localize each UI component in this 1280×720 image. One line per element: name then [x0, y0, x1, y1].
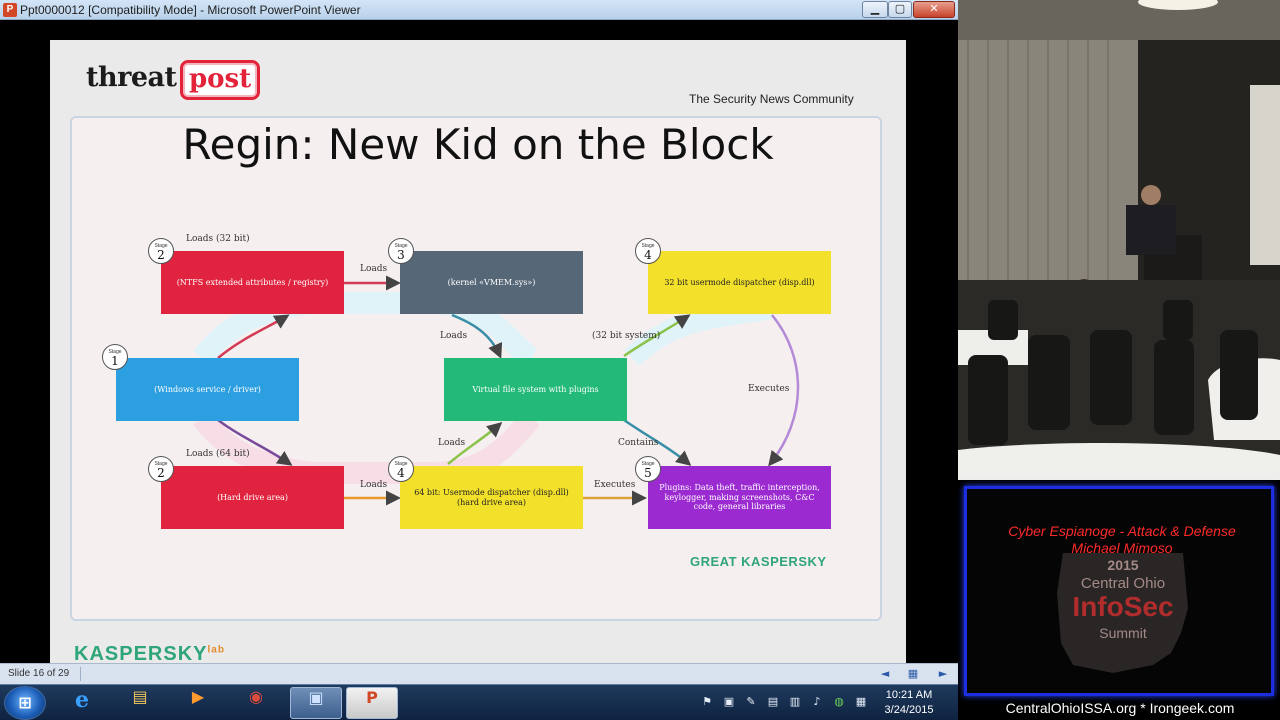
clock-time: 10:21 AM — [885, 689, 933, 701]
network-icon[interactable]: ▥ — [788, 695, 802, 709]
talk-title: Cyber Espianoge - Attack & Defense — [1008, 523, 1236, 539]
edge-label-executes: Executes — [748, 384, 790, 394]
windows-taskbar: ⊞ e ▤ ▶ ◉ ▣ P ⚑ ▣ ✎ ▤ ▥ ♪ ◍ ▦ 10:21 AM 3… — [0, 684, 958, 720]
edge-label-loads: Loads — [440, 331, 468, 341]
file-explorer-taskbar-icon[interactable]: ▤ — [114, 687, 166, 719]
event-overlay-frame: Cyber Espianoge - Attack & Defense Micha… — [964, 486, 1274, 696]
slideshow-view-icon[interactable]: ▦ — [905, 667, 921, 681]
stage-badge-2-top: Stage 2 — [148, 238, 174, 264]
conference-camera-feed — [958, 0, 1280, 480]
great-kaspersky-brand: GREAT KASPERSKY — [690, 554, 827, 569]
display-icon[interactable]: ▣ — [722, 695, 736, 709]
clock-date: 3/24/2015 — [884, 704, 934, 716]
window-title: Ppt0000012 [Compatibility Mode] - Micros… — [20, 3, 361, 17]
edge-label-32bit-system: (32 bit system) — [592, 331, 661, 341]
stage-badge-number: 5 — [644, 466, 652, 480]
node-virtual-file-system: Virtual file system with plugins — [444, 358, 627, 421]
edge-label-contains: Contains — [618, 438, 659, 448]
logo-word-post-box: post — [180, 60, 261, 100]
remote-desktop-taskbar-icon[interactable]: ▣ — [290, 687, 342, 719]
node-usermode-dispatcher-64: 64 bit: Usermode dispatcher (disp.dll) (… — [400, 466, 583, 529]
stage-badge-number: 2 — [157, 466, 165, 480]
presenter-head — [1141, 185, 1161, 205]
taskbar-clock[interactable]: 10:21 AM 3/24/2015 — [874, 688, 944, 718]
event-url: CentralOhioISSA.org * Irongeek.com — [1005, 700, 1235, 716]
node-ntfs-registry: (NTFS extended attributes / registry) — [161, 251, 344, 314]
windows-logo-icon: ⊞ — [18, 693, 32, 712]
background-band-lower — [193, 410, 540, 484]
kaspersky-wordmark: KASPERSKY — [74, 643, 208, 665]
event-overlay: Cyber Espianoge - Attack & Defense Micha… — [960, 482, 1280, 720]
event-summit: Summit — [1099, 625, 1147, 641]
title-bar[interactable]: P Ppt0000012 [Compatibility Mode] - Micr… — [0, 0, 958, 20]
powerpoint-app-icon[interactable]: P — [3, 3, 17, 17]
slide[interactable]: threat post The Security News Community … — [50, 40, 906, 683]
event-year: 2015 — [1107, 557, 1139, 573]
stage-badge-number: 4 — [397, 466, 405, 480]
screen: P Ppt0000012 [Compatibility Mode] - Micr… — [0, 0, 1280, 720]
event-name: InfoSec — [1072, 591, 1174, 622]
regin-architecture-diagram: (Windows service / driver) (NTFS extende… — [72, 118, 884, 623]
volume-icon[interactable]: ♪ — [810, 695, 824, 709]
system-tray: ⚑ ▣ ✎ ▤ ▥ ♪ ◍ ▦ 10:21 AM 3/24/2015 — [692, 685, 958, 720]
node-plugins: Plugins: Data theft, traffic interceptio… — [648, 466, 831, 529]
edge-label-loads: Loads — [360, 264, 388, 274]
slide-stage: threat post The Security News Community … — [0, 20, 958, 683]
node-usermode-dispatcher-32: 32 bit usermode dispatcher (disp.dll) — [648, 251, 831, 314]
stage-badge-4-bottom: Stage 4 — [388, 456, 414, 482]
edge-label-executes: Executes — [594, 480, 636, 490]
logo-word-threat: threat — [86, 62, 177, 93]
infosec-summit-logo: 2015 Central Ohio InfoSec Summit — [1053, 553, 1193, 673]
foreground-table — [958, 443, 1280, 480]
stage-badge-5: Stage 5 — [635, 456, 661, 482]
security-status-icon[interactable]: ◍ — [832, 695, 846, 709]
slide-counter: Slide 16 of 29 — [8, 668, 70, 679]
powerpoint-viewer-window: P Ppt0000012 [Compatibility Mode] - Micr… — [0, 0, 958, 720]
minimize-button[interactable]: ▁ — [862, 1, 888, 18]
maximize-button[interactable]: ▢ — [888, 1, 912, 18]
presenter-body — [1126, 205, 1176, 255]
node-kernel-vmem: (kernel «VMEM.sys») — [400, 251, 583, 314]
conference-room-scene — [958, 0, 1280, 480]
media-player-taskbar-icon[interactable]: ▶ — [172, 687, 224, 719]
device-icon[interactable]: ▤ — [766, 695, 780, 709]
internet-explorer-taskbar-icon[interactable]: e — [56, 687, 108, 719]
next-slide-icon[interactable]: ► — [935, 667, 951, 681]
event-region: Central Ohio — [1080, 575, 1166, 592]
stage-badge-4-top: Stage 4 — [635, 238, 661, 264]
slide-content-frame: Regin: New Kid on the Block (Windows ser… — [70, 116, 882, 621]
start-button[interactable]: ⊞ — [4, 686, 46, 720]
stage-badge-1: Stage 1 — [102, 344, 128, 370]
powerpoint-viewer-taskbar-icon[interactable]: P — [346, 687, 398, 719]
status-bar: Slide 16 of 29 ◄ ▦ ► — [0, 663, 958, 684]
pen-tool-icon[interactable]: ✎ — [744, 695, 758, 709]
previous-slide-icon[interactable]: ◄ — [877, 667, 893, 681]
node-windows-service: (Windows service / driver) — [116, 358, 299, 421]
stage-badge-3: Stage 3 — [388, 238, 414, 264]
stage-badge-number: 4 — [644, 248, 652, 262]
edge-label-loads: Loads — [360, 480, 388, 490]
edge-label-loads-32bit: Loads (32 bit) — [186, 234, 250, 244]
stage-badge-number: 1 — [111, 354, 119, 368]
edge-label-loads-64bit: Loads (64 bit) — [186, 449, 250, 459]
action-center-flag-icon[interactable]: ⚑ — [700, 695, 714, 709]
logo-word-post: post — [189, 64, 252, 94]
node-hard-drive-area: (Hard drive area) — [161, 466, 344, 529]
projection-screen — [1250, 85, 1280, 265]
stage-badge-2-bottom: Stage 2 — [148, 456, 174, 482]
close-button[interactable]: ✕ — [913, 1, 955, 18]
kaspersky-lab-sup: lab — [207, 644, 225, 656]
ceiling — [958, 0, 1280, 40]
status-separator — [80, 667, 81, 681]
stage-badge-number: 2 — [157, 248, 165, 262]
edge-label-loads: Loads — [438, 438, 466, 448]
stage-badge-number: 3 — [397, 248, 405, 262]
app-tray-icon[interactable]: ▦ — [854, 695, 868, 709]
chrome-taskbar-icon[interactable]: ◉ — [230, 687, 282, 719]
slide-tagline: The Security News Community — [689, 92, 854, 106]
